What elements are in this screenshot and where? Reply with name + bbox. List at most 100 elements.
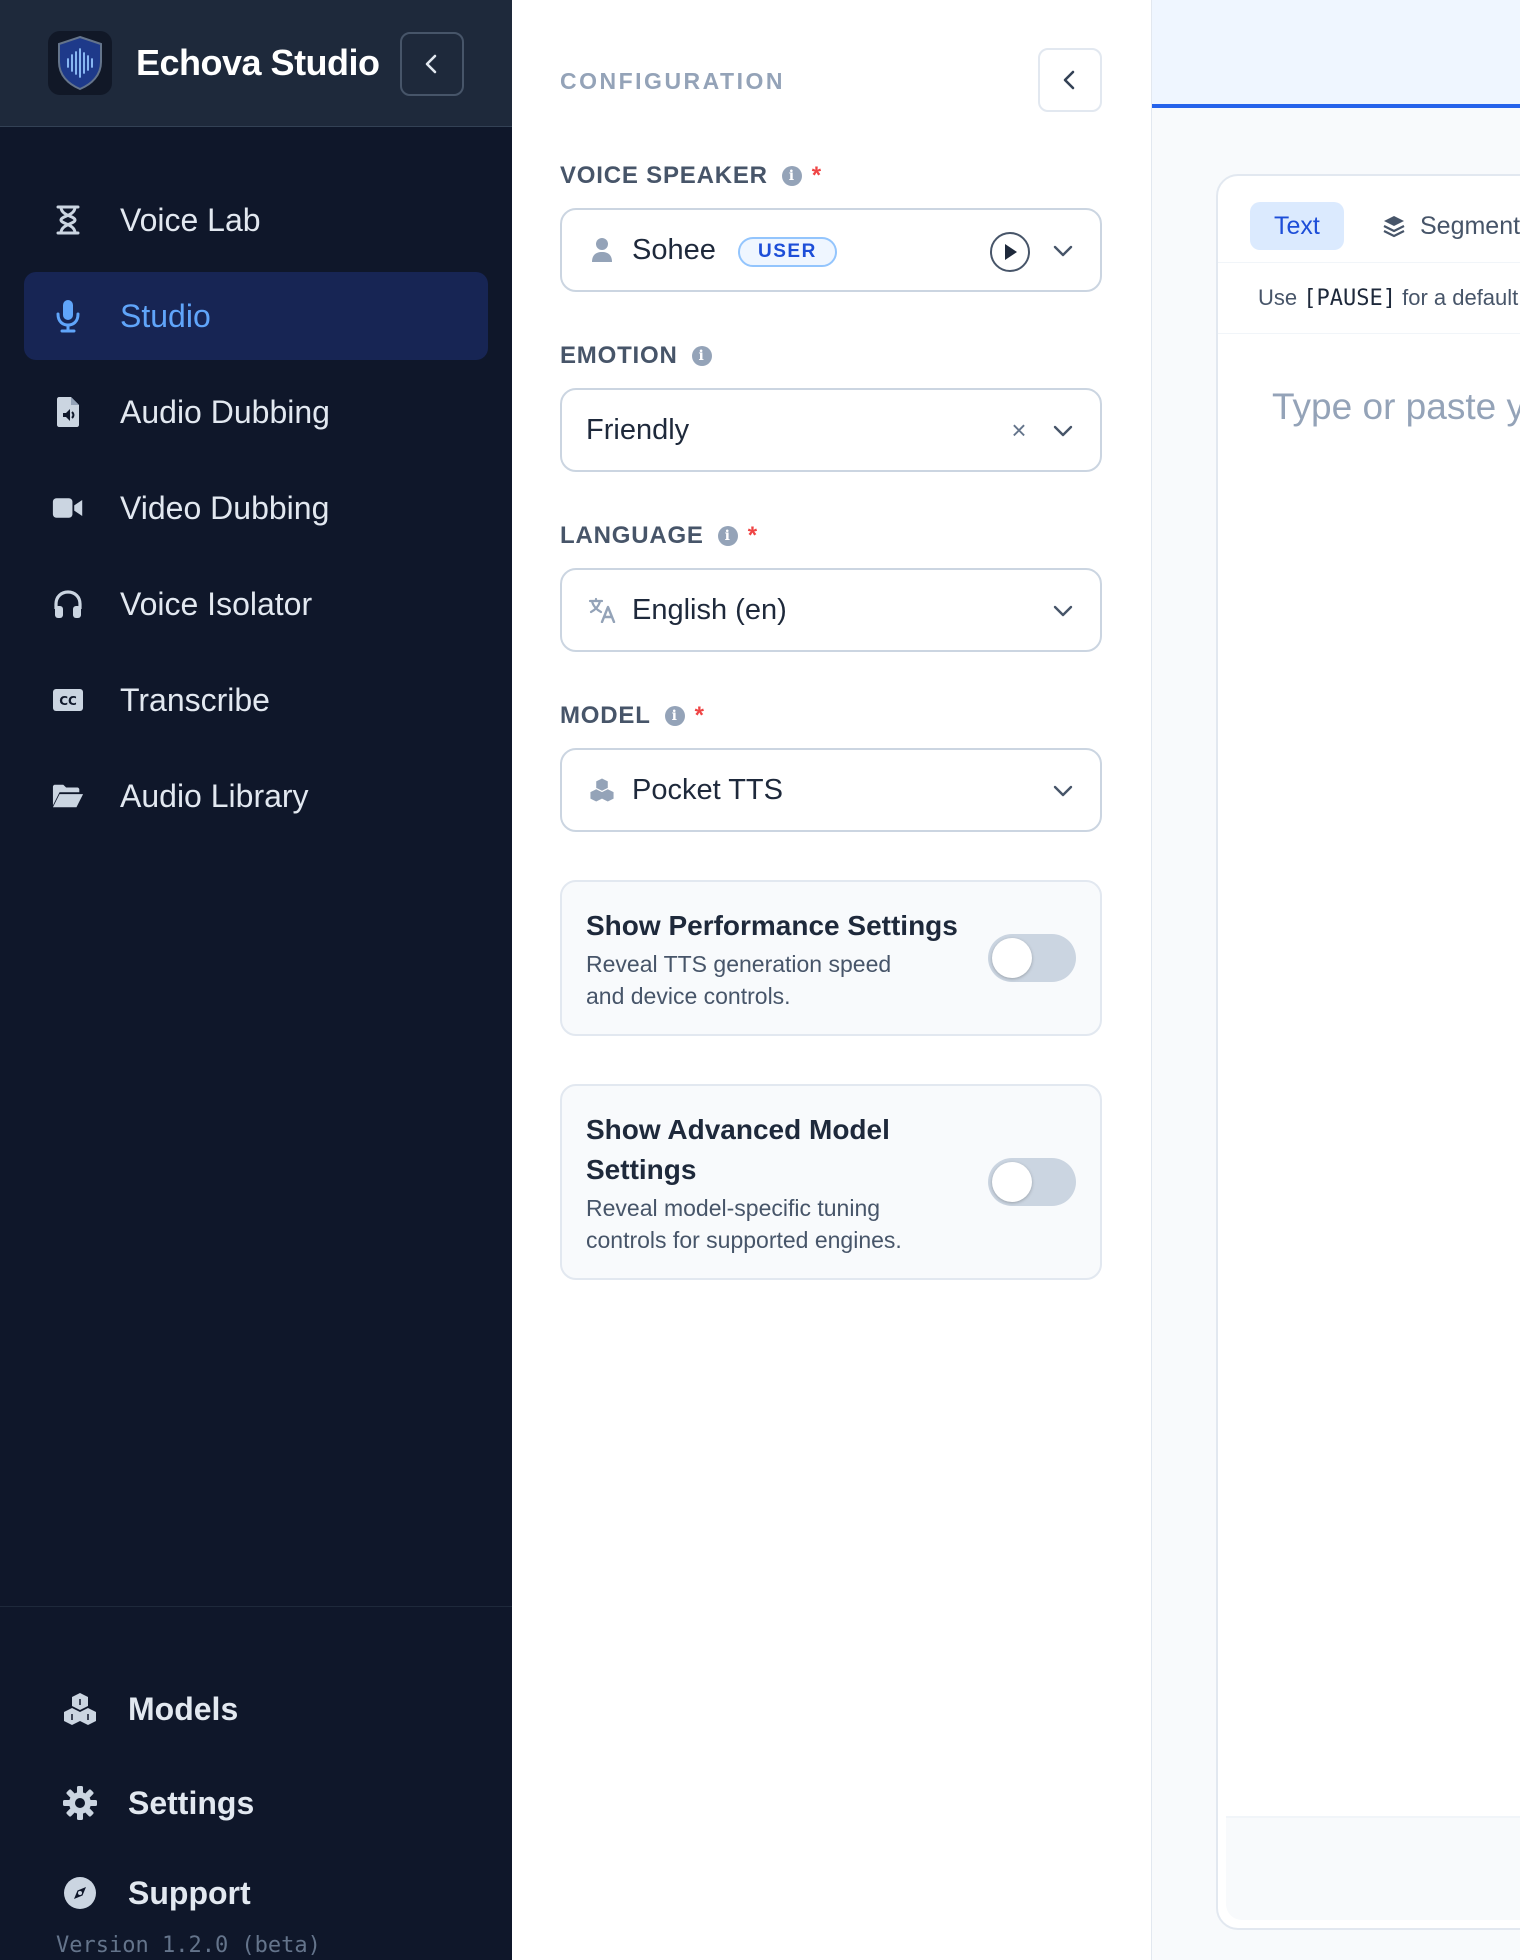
app-name: Echova Studio	[136, 42, 380, 83]
field-label-text: EMOTION	[560, 342, 678, 369]
sidebar-item-audio-library[interactable]: Audio Library	[24, 752, 488, 840]
sidebar-item-label: Audio Library	[120, 777, 309, 814]
svg-text:CC: CC	[59, 694, 77, 708]
hint-code: [PAUSE]	[1303, 286, 1396, 311]
advanced-settings-title-line2: Settings	[586, 1154, 697, 1185]
advanced-settings-toggle[interactable]	[988, 1158, 1076, 1206]
sidebar-item-label: Models	[128, 1690, 239, 1727]
model-value: Pocket TTS	[632, 774, 783, 806]
tab-segments[interactable]: Segments	[1382, 202, 1520, 250]
app-logo-icon	[48, 31, 112, 95]
advanced-settings-desc-line1: Reveal model-specific tuning	[586, 1195, 881, 1221]
performance-settings-desc-line1: Reveal TTS generation speed	[586, 951, 892, 977]
model-select[interactable]: Pocket TTS	[560, 748, 1102, 832]
collapse-sidebar-button[interactable]	[400, 32, 464, 96]
editor-tabs: Text Segments	[1218, 176, 1520, 262]
compass-icon	[60, 1873, 100, 1913]
tab-text[interactable]: Text	[1250, 202, 1344, 250]
sidebar-item-voice-lab[interactable]: Voice Lab	[24, 176, 488, 264]
performance-settings-title: Show Performance Settings	[586, 910, 958, 941]
tab-segments-label: Segments	[1420, 211, 1520, 240]
emotion-value: Friendly	[586, 414, 690, 446]
cubes-icon	[60, 1689, 100, 1729]
advanced-settings-desc-line2: controls for supported engines.	[586, 1227, 902, 1253]
configuration-panel: CONFIGURATION VOICE SPEAKER i * Sohee US…	[512, 0, 1152, 1960]
voice-speaker-value: Sohee	[632, 234, 716, 266]
chevron-left-icon	[425, 54, 437, 74]
sidebar-item-label: Video Dubbing	[120, 489, 330, 526]
performance-settings-card: Show Performance Settings Reveal TTS gen…	[560, 880, 1102, 1036]
pause-hint: Use [PAUSE] for a default pause	[1218, 262, 1520, 334]
sidebar-item-label: Transcribe	[120, 681, 270, 718]
closed-captions-icon: CC	[52, 684, 84, 716]
text-editor-card: Text Segments Use [PAUSE] for a default …	[1216, 174, 1520, 1930]
configuration-title: CONFIGURATION	[560, 68, 786, 94]
hourglass-icon	[52, 204, 84, 236]
field-label-text: VOICE SPEAKER	[560, 162, 768, 189]
translate-icon	[588, 596, 616, 624]
sidebar-item-support[interactable]: Support	[60, 1869, 251, 1917]
sidebar-footer: Models Settings Support	[0, 1606, 512, 1960]
hint-suffix: for a default pause	[1402, 285, 1520, 310]
emotion-label: EMOTION i	[560, 342, 712, 370]
sidebar: Echova Studio Voice Lab Studio Audio Dub…	[0, 0, 512, 1960]
required-mark: *	[811, 162, 822, 189]
chevron-down-icon	[1053, 245, 1073, 257]
sidebar-item-settings[interactable]: Settings	[60, 1779, 254, 1827]
clear-emotion-button[interactable]: ×	[1006, 415, 1032, 445]
performance-settings-desc-line2: and device controls.	[586, 983, 791, 1009]
sidebar-item-label: Studio	[120, 297, 211, 334]
required-mark: *	[747, 522, 758, 549]
sidebar-item-models[interactable]: Models	[60, 1685, 238, 1733]
cubes-icon	[588, 776, 616, 804]
info-icon[interactable]: i	[781, 166, 802, 186]
sidebar-item-label: Settings	[128, 1784, 255, 1821]
info-icon[interactable]: i	[717, 526, 738, 546]
sidebar-item-transcribe[interactable]: CC Transcribe	[24, 656, 488, 744]
user-badge: USER	[738, 237, 837, 267]
sidebar-item-label: Voice Lab	[120, 201, 261, 238]
info-icon[interactable]: i	[691, 346, 712, 366]
chevron-left-icon	[1063, 70, 1075, 90]
required-mark: *	[694, 702, 705, 729]
main-topbar	[1152, 0, 1520, 108]
language-label: LANGUAGE i *	[560, 522, 758, 550]
gear-icon	[60, 1783, 100, 1823]
folder-open-icon	[52, 780, 84, 812]
sidebar-item-label: Voice Isolator	[120, 585, 313, 622]
emotion-select[interactable]: Friendly ×	[560, 388, 1102, 472]
preview-voice-button[interactable]	[990, 232, 1030, 272]
video-camera-icon	[52, 492, 84, 524]
voice-speaker-label: VOICE SPEAKER i *	[560, 162, 822, 190]
sidebar-item-video-dubbing[interactable]: Video Dubbing	[24, 464, 488, 552]
language-select[interactable]: English (en)	[560, 568, 1102, 652]
performance-settings-toggle[interactable]	[988, 934, 1076, 982]
toggle-knob	[992, 1162, 1032, 1202]
language-value: English (en)	[632, 594, 787, 626]
editor-footer	[1226, 1816, 1520, 1920]
voice-speaker-select[interactable]: Sohee USER	[560, 208, 1102, 292]
script-text-input[interactable]: Type or paste your text	[1272, 386, 1520, 428]
sidebar-item-voice-isolator[interactable]: Voice Isolator	[24, 560, 488, 648]
play-icon	[1005, 244, 1017, 260]
sidebar-item-audio-dubbing[interactable]: Audio Dubbing	[24, 368, 488, 456]
chevron-down-icon	[1053, 425, 1073, 437]
audio-file-icon	[52, 396, 84, 428]
layers-icon	[1382, 213, 1408, 239]
advanced-settings-title-line1: Show Advanced Model	[586, 1114, 890, 1145]
model-label: MODEL i *	[560, 702, 705, 730]
chevron-down-icon	[1053, 605, 1073, 617]
sidebar-item-studio[interactable]: Studio	[24, 272, 488, 360]
collapse-configuration-button[interactable]	[1038, 48, 1102, 112]
user-icon	[588, 236, 616, 264]
field-label-text: MODEL	[560, 702, 651, 729]
chevron-down-icon	[1053, 785, 1073, 797]
info-icon[interactable]: i	[664, 706, 685, 726]
advanced-model-settings-card: Show Advanced Model Settings Reveal mode…	[560, 1084, 1102, 1280]
sidebar-item-label: Audio Dubbing	[120, 393, 330, 430]
microphone-icon	[52, 300, 84, 333]
sidebar-item-label: Support	[128, 1874, 251, 1911]
hint-prefix: Use	[1258, 285, 1298, 310]
main-area: Text Segments Use [PAUSE] for a default …	[1152, 0, 1520, 1960]
field-label-text: LANGUAGE	[560, 522, 704, 549]
